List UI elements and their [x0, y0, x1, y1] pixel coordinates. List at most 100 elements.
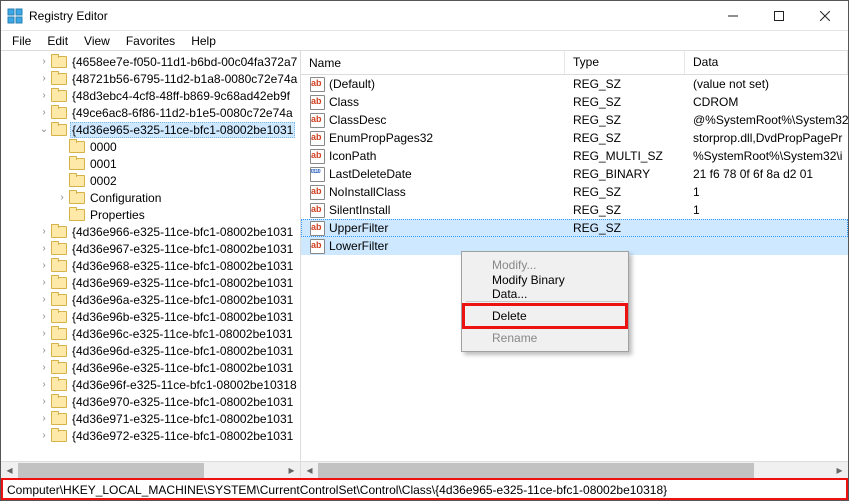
tree-item[interactable]: ›{4d36e96d-e325-11ce-bfc1-08002be1031	[1, 342, 300, 359]
scroll-left-icon[interactable]: ◂	[301, 462, 318, 479]
col-data[interactable]: Data	[685, 51, 848, 74]
value-name: EnumPropPages32	[329, 131, 433, 145]
tree-item[interactable]: ›{4d36e971-e325-11ce-bfc1-08002be1031	[1, 410, 300, 427]
expand-icon[interactable]: ›	[37, 277, 51, 288]
tree-item[interactable]: › {4d36e972-e325-11ce-bfc1-08002be1031	[1, 427, 300, 444]
expand-icon[interactable]: ›	[37, 345, 51, 356]
tree-item-label: {4d36e96e-e325-11ce-bfc1-08002be1031	[70, 361, 295, 375]
tree-item[interactable]: › {4d36e967-e325-11ce-bfc1-08002be1031	[1, 240, 300, 257]
tree-item[interactable]: ›{4d36e966-e325-11ce-bfc1-08002be1031	[1, 223, 300, 240]
expand-icon[interactable]: ›	[37, 396, 51, 407]
value-row[interactable]: ClassREG_SZCDROM	[301, 93, 848, 111]
folder-icon	[51, 89, 67, 102]
tree-item-label: {4d36e972-e325-11ce-bfc1-08002be1031	[70, 429, 295, 443]
tree-item[interactable]: ›{4d36e968-e325-11ce-bfc1-08002be1031	[1, 257, 300, 274]
value-type: REG_SZ	[565, 113, 685, 127]
expand-icon[interactable]: ›	[37, 379, 51, 390]
string-value-icon	[309, 148, 325, 164]
value-row[interactable]: (Default)REG_SZ(value not set)	[301, 75, 848, 93]
menu-edit[interactable]: Edit	[40, 32, 75, 50]
menu-favorites[interactable]: Favorites	[119, 32, 182, 50]
tree-item[interactable]: ›{4d36e969-e325-11ce-bfc1-08002be1031	[1, 274, 300, 291]
value-data: 21 f6 78 0f 6f 8a d2 01	[685, 167, 848, 181]
menu-help[interactable]: Help	[184, 32, 223, 50]
tree-item[interactable]: ›{4d36e970-e325-11ce-bfc1-08002be1031	[1, 393, 300, 410]
expand-icon[interactable]: ›	[37, 362, 51, 373]
value-row[interactable]: SilentInstallREG_SZ1	[301, 201, 848, 219]
expand-icon[interactable]: ›	[37, 294, 51, 305]
tree-hscroll[interactable]: ◂ ▸	[1, 461, 300, 478]
collapse-icon[interactable]: ⌄	[37, 124, 51, 135]
maximize-button[interactable]	[756, 1, 802, 31]
value-name: Class	[329, 95, 359, 109]
tree-item-label: {48721b56-6795-11d2-b1a8-0080c72e74a	[70, 72, 299, 86]
folder-icon	[69, 191, 85, 204]
value-row[interactable]: EnumPropPages32REG_SZstorprop.dll,DvdPro…	[301, 129, 848, 147]
value-data: 1	[685, 185, 848, 199]
minimize-button[interactable]	[710, 1, 756, 31]
folder-icon	[51, 242, 67, 255]
value-name: LastDeleteDate	[329, 167, 412, 181]
tree-item[interactable]: ›{4d36e96b-e325-11ce-bfc1-08002be1031	[1, 308, 300, 325]
value-type: REG_SZ	[565, 203, 685, 217]
context-menu-item-delete[interactable]: Delete	[464, 305, 626, 327]
menu-file[interactable]: File	[5, 32, 38, 50]
value-type: REG_MULTI_SZ	[565, 149, 685, 163]
tree-item[interactable]: ·Properties	[1, 206, 300, 223]
string-value-icon	[309, 130, 325, 146]
folder-icon	[51, 106, 67, 119]
folder-icon	[51, 412, 67, 425]
value-row[interactable]: IconPathREG_MULTI_SZ%SystemRoot%\System3…	[301, 147, 848, 165]
expand-icon[interactable]: ›	[37, 56, 51, 67]
expand-icon[interactable]: ›	[37, 73, 51, 84]
folder-icon	[51, 276, 67, 289]
registry-tree[interactable]: ›{4658ee7e-f050-11d1-b6bd-00c04fa372a7›{…	[1, 51, 300, 446]
expand-icon[interactable]: ›	[37, 413, 51, 424]
folder-icon	[51, 225, 67, 238]
expand-icon[interactable]: ›	[37, 90, 51, 101]
close-button[interactable]	[802, 1, 848, 31]
context-menu-item-modify-binary-data[interactable]: Modify Binary Data...	[464, 276, 626, 298]
scroll-left-icon[interactable]: ◂	[1, 462, 18, 479]
tree-item[interactable]: ›{4d36e96c-e325-11ce-bfc1-08002be1031	[1, 325, 300, 342]
tree-item[interactable]: › {4d36e96e-e325-11ce-bfc1-08002be1031	[1, 359, 300, 376]
tree-item-label: Properties	[88, 208, 147, 222]
value-row[interactable]: LastDeleteDateREG_BINARY21 f6 78 0f 6f 8…	[301, 165, 848, 183]
menu-view[interactable]: View	[77, 32, 117, 50]
col-type[interactable]: Type	[565, 51, 685, 74]
tree-item-label: {4d36e967-e325-11ce-bfc1-08002be1031	[70, 242, 295, 256]
tree-item[interactable]: ⌄ {4d36e965-e325-11ce-bfc1-08002be1031	[1, 121, 300, 138]
tree-item-label: {4d36e965-e325-11ce-bfc1-08002be1031	[70, 122, 295, 138]
tree-item[interactable]: ›{48d3ebc4-4cf8-48ff-b869-9c68ad42eb9f	[1, 87, 300, 104]
tree-item[interactable]: ›{49ce6ac8-6f86-11d2-b1e5-0080c72e74a	[1, 104, 300, 121]
tree-item[interactable]: ›{4d36e96f-e325-11ce-bfc1-08002be10318	[1, 376, 300, 393]
expand-icon[interactable]: ›	[37, 430, 51, 441]
tree-item[interactable]: ·0002	[1, 172, 300, 189]
tree-item[interactable]: ›Configuration	[1, 189, 300, 206]
value-data: storprop.dll,DvdPropPagePr	[685, 131, 848, 145]
tree-item[interactable]: ›{4d36e96a-e325-11ce-bfc1-08002be1031	[1, 291, 300, 308]
tree-item[interactable]: ›{4658ee7e-f050-11d1-b6bd-00c04fa372a7	[1, 53, 300, 70]
expand-icon[interactable]: ›	[37, 107, 51, 118]
col-name[interactable]: Name	[301, 51, 565, 74]
list-hscroll[interactable]: ◂ ▸	[301, 461, 848, 478]
expand-icon[interactable]: ›	[55, 192, 69, 203]
expand-icon[interactable]: ›	[37, 260, 51, 271]
tree-item[interactable]: › {48721b56-6795-11d2-b1a8-0080c72e74a	[1, 70, 300, 87]
main-split: ›{4658ee7e-f050-11d1-b6bd-00c04fa372a7›{…	[1, 51, 848, 478]
address-text: Computer\HKEY_LOCAL_MACHINE\SYSTEM\Curre…	[7, 483, 667, 497]
value-row[interactable]: ClassDescREG_SZ@%SystemRoot%\System32	[301, 111, 848, 129]
expand-icon[interactable]: ›	[37, 311, 51, 322]
address-bar[interactable]: Computer\HKEY_LOCAL_MACHINE\SYSTEM\Curre…	[1, 478, 848, 500]
expand-icon[interactable]: ›	[37, 226, 51, 237]
value-row[interactable]: NoInstallClassREG_SZ1	[301, 183, 848, 201]
tree-item[interactable]: ·0000	[1, 138, 300, 155]
expand-icon[interactable]: ›	[37, 243, 51, 254]
scroll-right-icon[interactable]: ▸	[283, 462, 300, 479]
value-row[interactable]: UpperFilterREG_SZ	[301, 219, 848, 237]
expand-icon[interactable]: ›	[37, 328, 51, 339]
scroll-right-icon[interactable]: ▸	[831, 462, 848, 479]
list-header[interactable]: Name Type Data	[301, 51, 848, 75]
tree-item[interactable]: ·0001	[1, 155, 300, 172]
value-list[interactable]: (Default)REG_SZ(value not set)ClassREG_S…	[301, 75, 848, 255]
